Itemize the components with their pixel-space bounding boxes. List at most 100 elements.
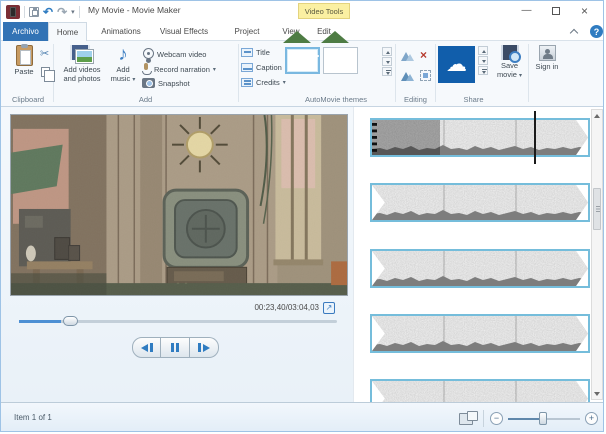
triangle-down-icon (482, 60, 486, 63)
next-frame-icon (203, 344, 210, 352)
timeline-scrollbar[interactable] (591, 109, 603, 400)
next-frame-button[interactable] (190, 337, 219, 358)
credits-icon (241, 78, 253, 87)
save-movie-label: Save movie ▾ (493, 62, 526, 80)
rotate-right-button[interactable] (401, 70, 414, 81)
gallery-more-icon (386, 70, 391, 72)
clip-row-5[interactable] (370, 379, 590, 402)
tab-animations[interactable]: Animations (93, 22, 149, 41)
separator (483, 410, 484, 427)
playhead[interactable] (534, 111, 536, 164)
zoom-slider-thumb[interactable] (539, 412, 547, 425)
onedrive-share-button[interactable]: ☁ (438, 46, 475, 83)
snapshot-button[interactable]: Snapshot (142, 78, 190, 88)
maximize-button[interactable] (541, 1, 570, 20)
share-gallery-scroll (478, 46, 488, 75)
dropdown-icon: ▾ (283, 79, 286, 86)
remove-icon: × (420, 50, 427, 61)
editing-group-label: Editing (395, 95, 436, 104)
scroll-up-button[interactable] (592, 110, 602, 121)
dropdown-icon: ▾ (213, 66, 216, 73)
onedrive-cloud-icon: ☁ (446, 54, 467, 75)
video-preview[interactable] (10, 114, 348, 296)
credits-button[interactable]: Credits ▾ (241, 78, 286, 87)
title-icon (241, 48, 253, 57)
caption-button[interactable]: Caption (241, 63, 282, 72)
tab-project[interactable]: Project (225, 22, 269, 41)
theme-thumbnail[interactable] (323, 47, 358, 74)
add-videos-button[interactable]: Add videos and photos (58, 45, 106, 83)
save-movie-icon (501, 45, 519, 60)
remove-button[interactable]: × (420, 50, 427, 61)
triangle-down-icon (386, 61, 390, 64)
minimize-button[interactable]: — (512, 1, 541, 20)
clip-row-1[interactable] (370, 118, 590, 157)
add-music-button[interactable]: ♪ Add music ▾ (107, 45, 139, 84)
pause-button[interactable] (161, 337, 190, 358)
status-bar: Item 1 of 1 − + (1, 402, 603, 432)
paste-label: Paste (14, 68, 33, 77)
redo-button[interactable]: ↷ (57, 6, 67, 18)
main-area: 00:23,40/03:04,03 ↗ (1, 107, 603, 402)
storyboard-panel (353, 107, 604, 402)
title-bar: ↶ ↷ ▾ My Movie - Movie Maker Video Tools… (1, 1, 603, 22)
help-button[interactable]: ? (590, 25, 603, 38)
scissors-icon: ✂ (40, 49, 49, 60)
triangle-down-icon (594, 392, 600, 396)
gallery-scroll-up-button[interactable] (382, 47, 392, 56)
webcam-video-button[interactable]: Webcam video (142, 48, 206, 61)
scroll-down-button[interactable] (592, 388, 602, 399)
group-divider (435, 44, 436, 102)
zoom-in-button[interactable]: + (585, 412, 598, 425)
scrollbar-thumb[interactable] (593, 188, 601, 230)
previous-frame-button[interactable] (132, 337, 161, 358)
window-controls: — × (512, 1, 599, 20)
seek-thumb[interactable] (63, 316, 78, 326)
rotate-left-button[interactable] (401, 50, 414, 61)
triangle-up-icon (386, 51, 390, 54)
triangle-up-icon (482, 50, 486, 53)
share-scroll-down-button[interactable] (478, 56, 488, 65)
sign-in-icon (539, 45, 556, 61)
tab-archivo[interactable]: Archivo (3, 22, 48, 41)
record-narration-button[interactable]: Record narration ▾ (142, 63, 216, 75)
select-all-button[interactable] (420, 70, 431, 81)
sign-in-button[interactable]: Sign in (534, 45, 560, 72)
clip-row-2[interactable] (370, 183, 590, 222)
save-movie-button[interactable]: Save movie ▾ (493, 45, 526, 80)
triangle-up-icon (594, 114, 600, 118)
clip-row-3[interactable] (370, 249, 590, 288)
add-videos-label: Add videos and photos (58, 66, 106, 83)
fullscreen-button[interactable]: ↗ (323, 302, 335, 314)
gallery-scroll-down-button[interactable] (382, 57, 392, 66)
tab-visual-effects[interactable]: Visual Effects (151, 22, 217, 41)
close-button[interactable]: × (570, 1, 599, 20)
share-more-button[interactable] (478, 66, 488, 75)
gallery-more-button[interactable] (382, 67, 392, 76)
seek-slider[interactable] (19, 320, 337, 323)
video-frame-image (11, 115, 347, 295)
movie-maker-window: ↶ ↷ ▾ My Movie - Movie Maker Video Tools… (0, 0, 604, 432)
zoom-out-button[interactable]: − (490, 412, 503, 425)
save-button[interactable] (29, 7, 39, 17)
undo-button[interactable]: ↶ (43, 6, 53, 18)
clipboard-icon (16, 45, 33, 66)
thumbnail-size-button[interactable] (459, 411, 477, 425)
dropdown-icon: ▾ (132, 77, 135, 83)
share-scroll-up-button[interactable] (478, 46, 488, 55)
add-music-label: Add music ▾ (107, 66, 139, 84)
clip-row-4[interactable] (370, 314, 590, 353)
preview-panel: 00:23,40/03:04,03 ↗ (1, 107, 353, 402)
cut-button[interactable]: ✂ (40, 49, 49, 60)
paste-button[interactable]: Paste (9, 45, 39, 77)
music-note-icon: ♪ (118, 45, 128, 64)
qat-dropdown-button[interactable]: ▾ (71, 8, 75, 16)
tab-home[interactable]: Home (48, 22, 87, 41)
theme-thumbnail-selected[interactable] (285, 47, 320, 74)
title-button[interactable]: Title (241, 48, 270, 57)
add-group-label: Add (53, 95, 238, 104)
dropdown-icon: ▾ (519, 73, 522, 79)
playback-time: 00:23,40/03:04,03 (151, 303, 319, 312)
app-icon[interactable] (6, 5, 20, 19)
copy-button[interactable] (41, 67, 50, 77)
